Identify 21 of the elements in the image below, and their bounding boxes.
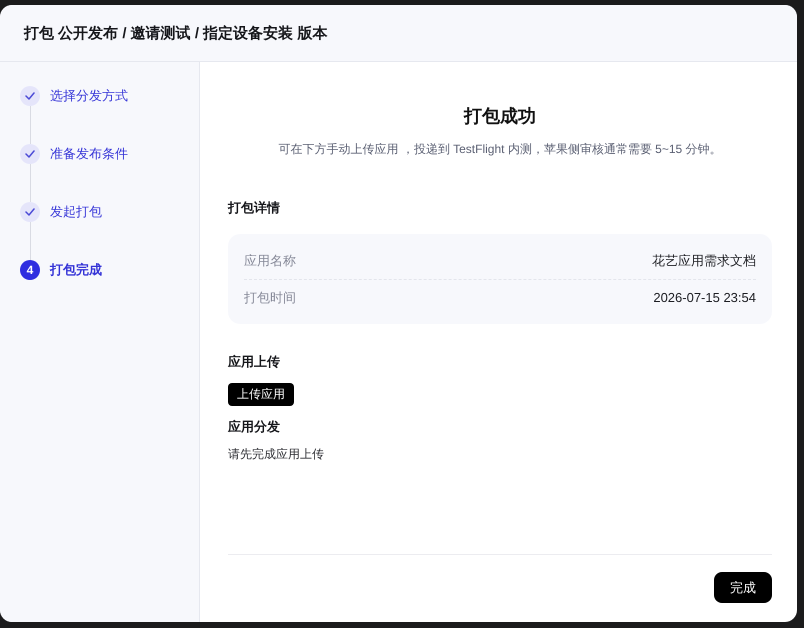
step-label: 发起打包 (50, 203, 102, 221)
check-icon (25, 92, 35, 100)
step-label: 选择分发方式 (50, 87, 128, 105)
detail-label: 应用名称 (244, 252, 296, 270)
step-label: 准备发布条件 (50, 145, 128, 163)
section-title: 应用上传 (228, 353, 280, 371)
detail-value: 花艺应用需求文档 (652, 252, 756, 270)
step-number: 4 (20, 260, 40, 280)
check-icon (25, 208, 35, 216)
result-description: 可在下方手动上传应用 ，投递到 TestFlight 内测，苹果侧审核通常需要 5~15 分钟。 (278, 141, 722, 158)
done-button[interactable]: 完成 (714, 572, 772, 603)
section-title: 应用分发 (228, 418, 280, 436)
detail-value: 2026-07-15 23:54 (653, 290, 756, 305)
upload-button[interactable]: 上传应用 (228, 383, 294, 406)
dialog-title: 打包 公开发布 / 邀请测试 / 指定设备安装 版本 (24, 24, 328, 42)
step-label: 打包完成 (50, 261, 102, 279)
check-icon (25, 150, 35, 158)
detail-label: 打包时间 (244, 288, 296, 306)
status-message: 请先完成应用上传 (228, 446, 324, 463)
section-title: 打包详情 (228, 199, 280, 217)
result-title: 打包成功 (464, 105, 536, 128)
